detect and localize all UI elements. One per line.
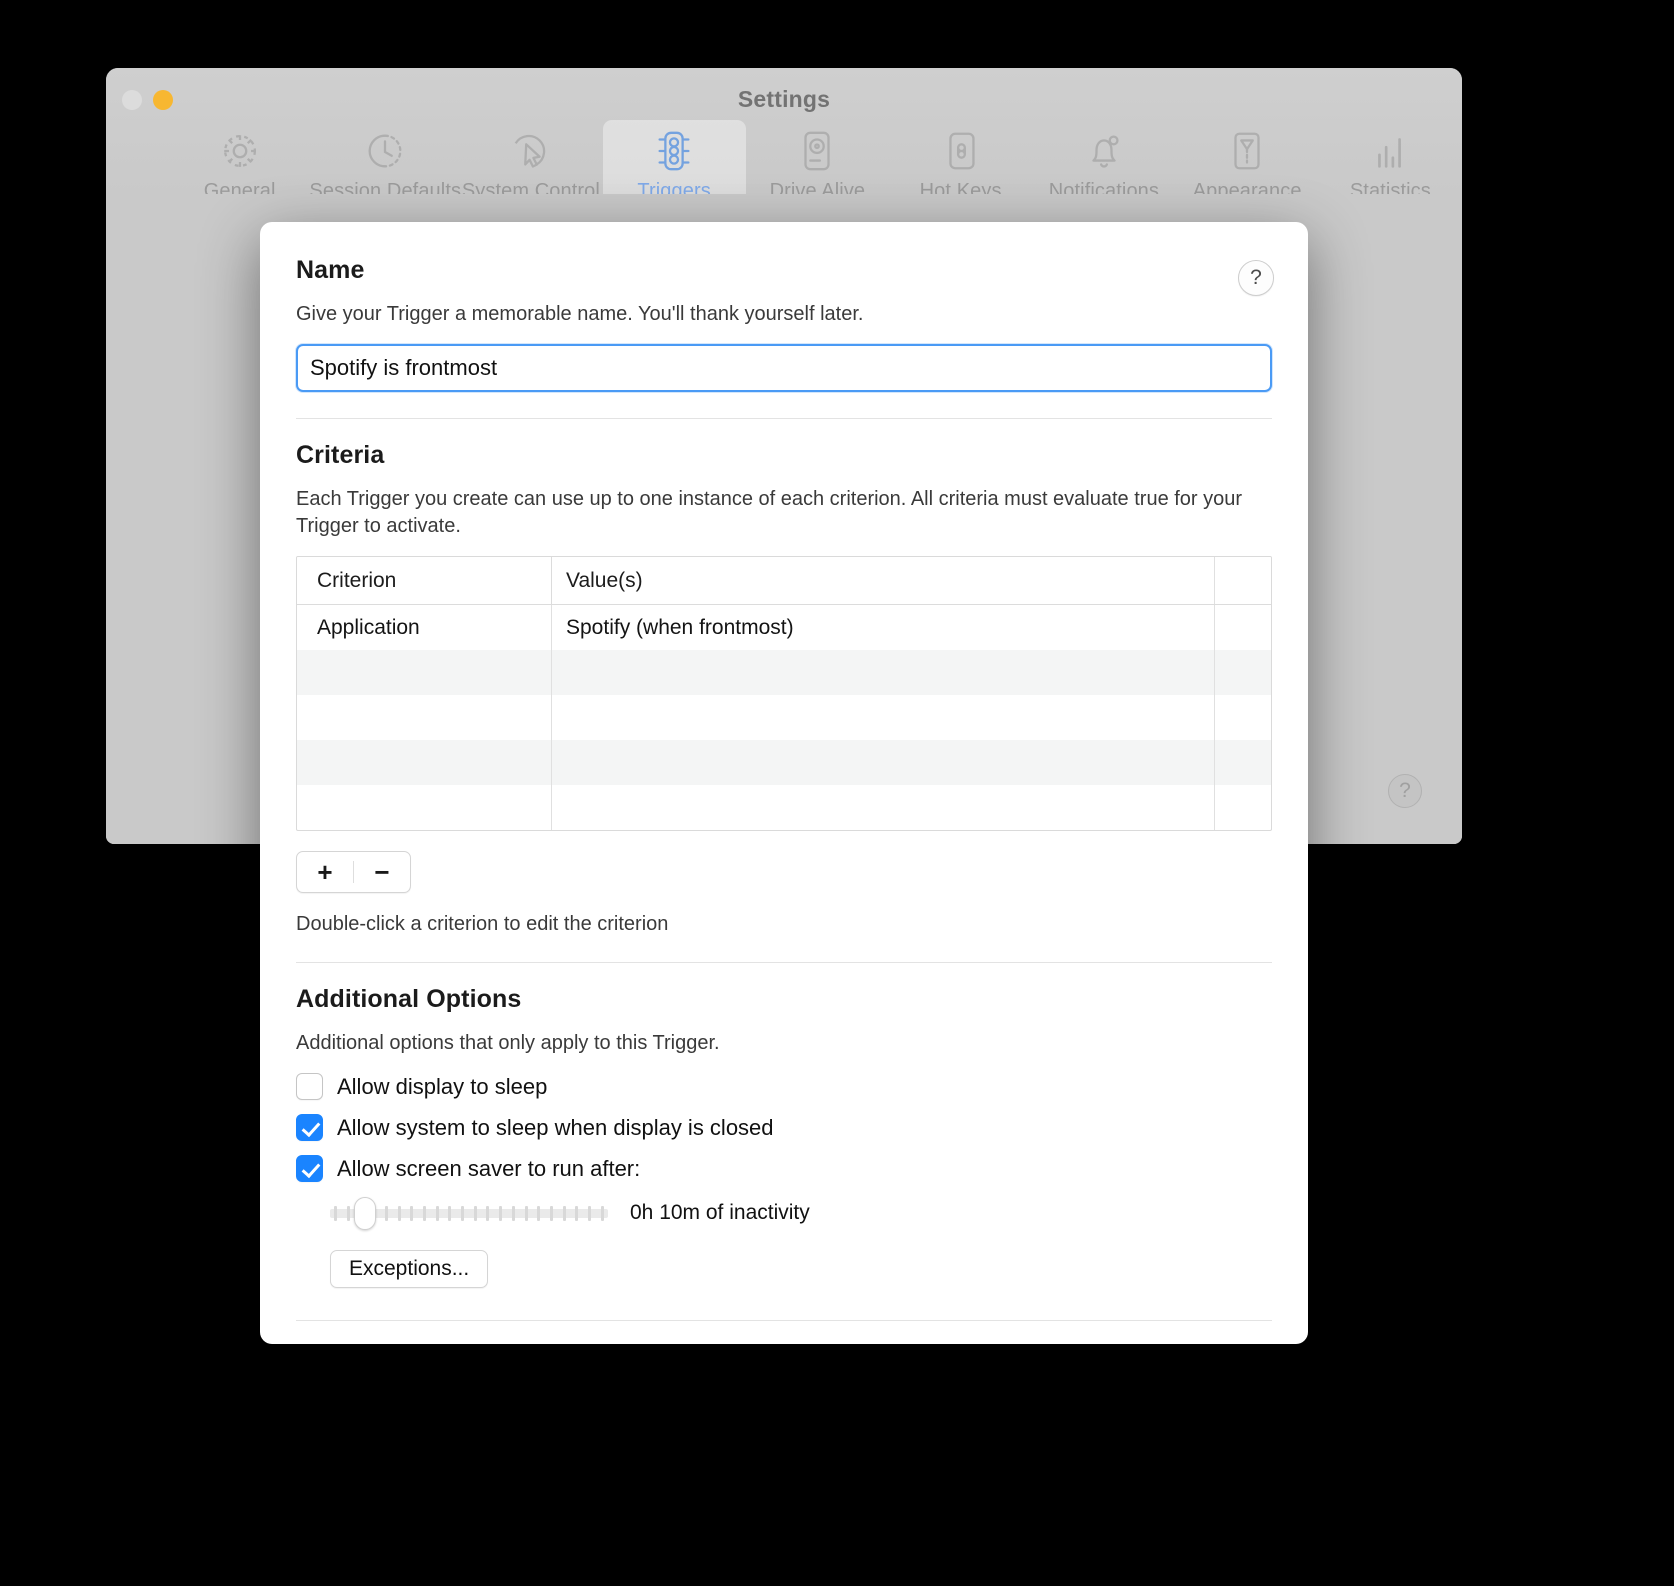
inactivity-value-label: 0h 10m of inactivity — [630, 1201, 810, 1224]
option-label: Allow system to sleep when display is cl… — [337, 1114, 774, 1140]
checkbox-allow-display-to-sleep[interactable] — [296, 1073, 323, 1100]
inactivity-slider[interactable] — [330, 1197, 608, 1230]
option-label: Allow screen saver to run after: — [337, 1155, 641, 1181]
gear-icon — [223, 134, 256, 168]
cursor-circle-icon — [514, 134, 546, 168]
window-title: Settings — [737, 86, 831, 112]
cell-spacer — [1215, 785, 1271, 830]
cell-criterion: Application — [297, 605, 552, 650]
bell-icon — [1092, 135, 1119, 168]
help-button[interactable]: ? — [1238, 260, 1274, 296]
table-row[interactable]: Application Spotify (when frontmost) — [297, 605, 1271, 650]
table-row[interactable] — [297, 650, 1271, 695]
cell-value — [552, 740, 1215, 785]
slider-thumb[interactable] — [354, 1197, 376, 1230]
table-header-row: Criterion Value(s) — [297, 557, 1271, 605]
paint-palette-icon — [1234, 132, 1260, 170]
trigger-editor-dialog: ? Name Give your Trigger a memorable nam… — [260, 222, 1308, 1344]
window-help-button[interactable]: ? — [1388, 774, 1422, 808]
option-allow-display-to-sleep[interactable]: Allow display to sleep — [296, 1073, 1272, 1100]
cell-criterion — [297, 740, 552, 785]
hard-drive-icon — [804, 131, 831, 171]
bar-chart-icon — [1378, 138, 1402, 168]
column-header-values: Value(s) — [552, 557, 1215, 604]
column-header-criterion: Criterion — [297, 557, 552, 604]
cell-criterion — [297, 695, 552, 740]
criteria-add-remove-group: + − — [296, 851, 411, 893]
checkbox-allow-screen-saver[interactable] — [296, 1155, 323, 1182]
remove-criterion-button[interactable]: − — [354, 852, 410, 892]
keyboard-key-icon — [948, 132, 975, 170]
divider — [296, 962, 1272, 963]
traffic-light-icon — [658, 131, 690, 171]
table-row[interactable] — [297, 695, 1271, 740]
inactivity-slider-row: 0h 10m of inactivity — [330, 1197, 1272, 1230]
cell-spacer — [1215, 650, 1271, 695]
criteria-section-description: Each Trigger you create can use up to on… — [296, 488, 1243, 537]
table-row[interactable] — [297, 785, 1271, 830]
name-section-heading: Name — [296, 256, 365, 284]
cell-value — [552, 695, 1215, 740]
cell-criterion — [297, 650, 552, 695]
clock-dashed-icon — [368, 134, 402, 168]
additional-options-description: Additional options that only apply to th… — [296, 1032, 720, 1054]
cell-value — [552, 650, 1215, 695]
cell-value: Spotify (when frontmost) — [552, 605, 1215, 650]
screen: Settings General Session Defaults System… — [0, 0, 1674, 1586]
option-allow-screen-saver[interactable]: Allow screen saver to run after: — [296, 1155, 1272, 1182]
option-allow-system-sleep-display-closed[interactable]: Allow system to sleep when display is cl… — [296, 1114, 1272, 1141]
divider — [296, 418, 1272, 419]
checkbox-allow-system-sleep-display-closed[interactable] — [296, 1114, 323, 1141]
criteria-table[interactable]: Criterion Value(s) Application Spotify (… — [296, 556, 1272, 831]
cell-criterion — [297, 785, 552, 830]
criteria-section-heading: Criteria — [296, 441, 385, 469]
cell-spacer — [1215, 740, 1271, 785]
cell-value — [552, 785, 1215, 830]
criteria-hint-text: Double-click a criterion to edit the cri… — [296, 913, 669, 935]
name-section-description: Give your Trigger a memorable name. You'… — [296, 303, 864, 325]
table-row[interactable] — [297, 740, 1271, 785]
add-criterion-button[interactable]: + — [297, 852, 353, 892]
dialog-footer: Cancel Save — [296, 1321, 1272, 1344]
cell-spacer — [1215, 605, 1271, 650]
trigger-name-input[interactable] — [296, 344, 1272, 392]
option-label: Allow display to sleep — [337, 1073, 548, 1099]
cell-spacer — [1215, 695, 1271, 740]
exceptions-button[interactable]: Exceptions... — [330, 1250, 489, 1288]
window-titlebar: Settings General Session Defaults System… — [106, 68, 1462, 211]
column-header-spacer — [1215, 557, 1271, 604]
additional-options-heading: Additional Options — [296, 985, 522, 1013]
